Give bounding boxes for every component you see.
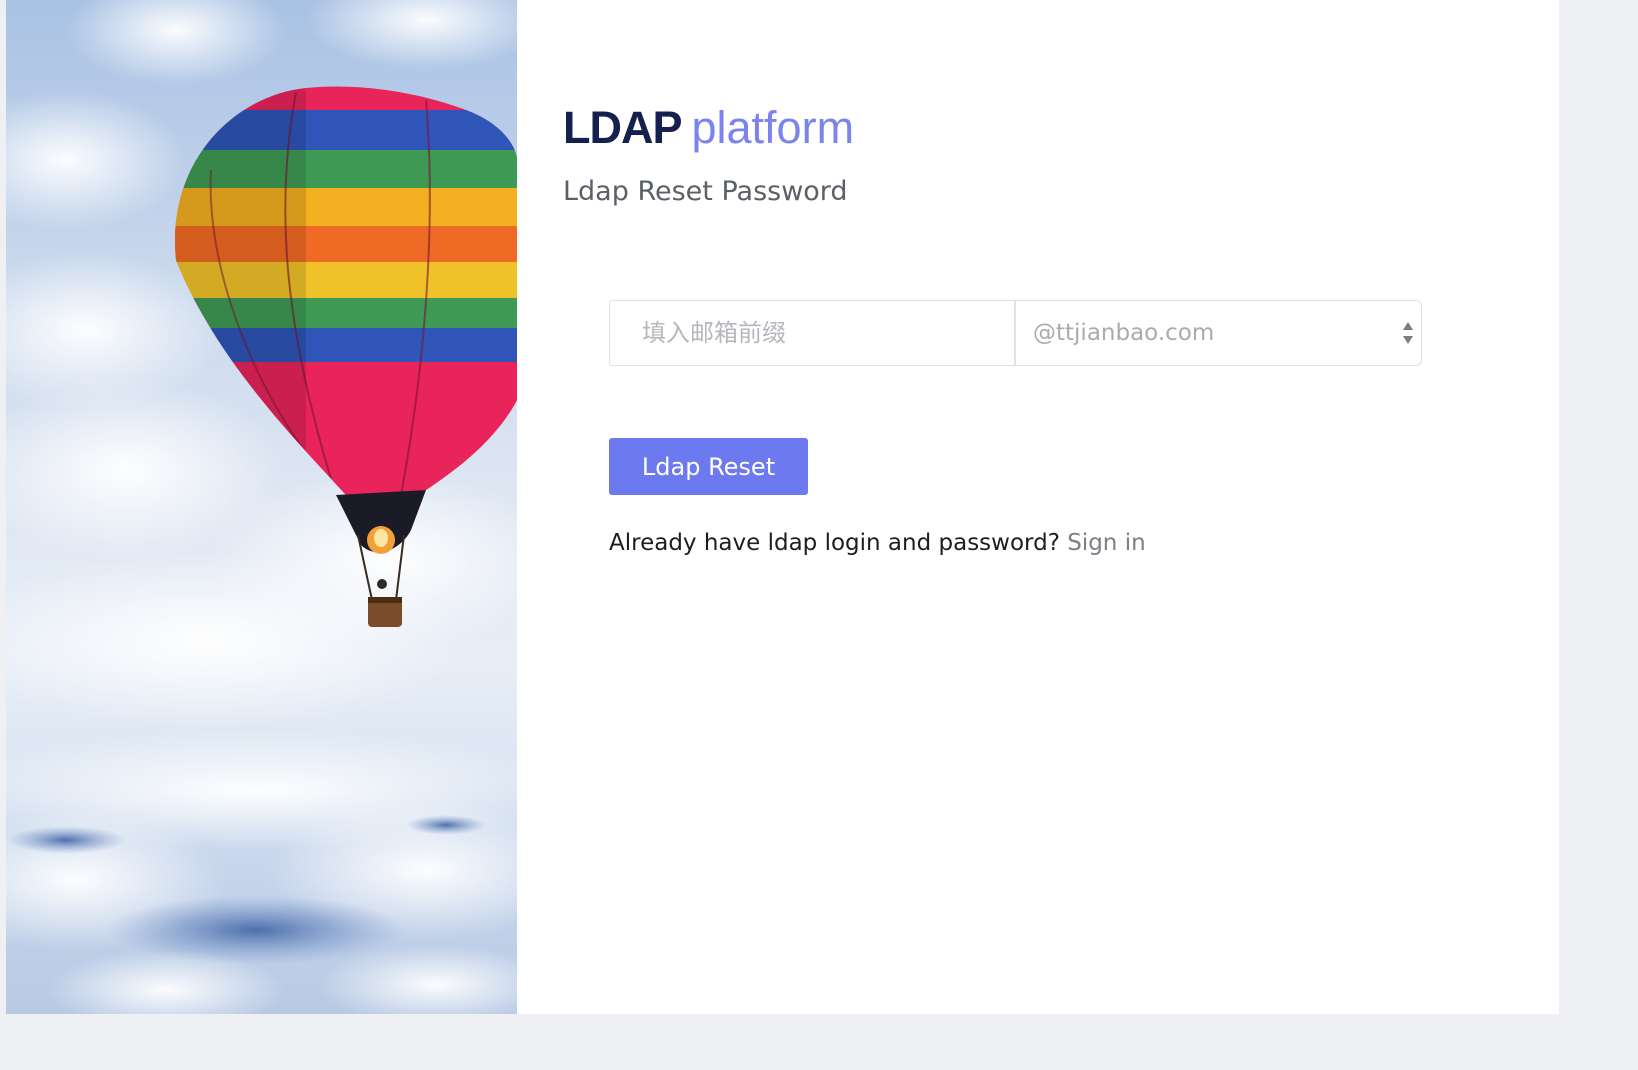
email-prefix-input[interactable] xyxy=(609,300,1015,366)
signin-link[interactable]: Sign in xyxy=(1067,530,1145,556)
updown-arrows-icon xyxy=(1402,320,1414,346)
signin-prompt-text: Already have ldap login and password? xyxy=(609,530,1060,556)
brand-strong-text: LDAP xyxy=(563,102,682,153)
email-row: @ttjianbao.com xyxy=(609,300,1422,366)
page-subtitle: Ldap Reset Password xyxy=(563,176,848,207)
email-domain-select[interactable]: @ttjianbao.com xyxy=(1015,300,1422,366)
brand-light-text: platform xyxy=(691,102,855,153)
brand-logo: LDAP platform xyxy=(563,98,854,158)
hero-image xyxy=(6,0,517,1014)
balloon-illustration xyxy=(6,0,517,1014)
ldap-reset-button[interactable]: Ldap Reset xyxy=(609,438,808,495)
email-domain-value: @ttjianbao.com xyxy=(1033,320,1215,346)
page-frame: LDAPplatform Ldap Reset Password @ttjian… xyxy=(0,0,1568,1024)
signin-prompt-line: Already have ldap login and password? Si… xyxy=(609,530,1146,556)
reset-card: LDAPplatform Ldap Reset Password @ttjian… xyxy=(6,0,1559,1014)
